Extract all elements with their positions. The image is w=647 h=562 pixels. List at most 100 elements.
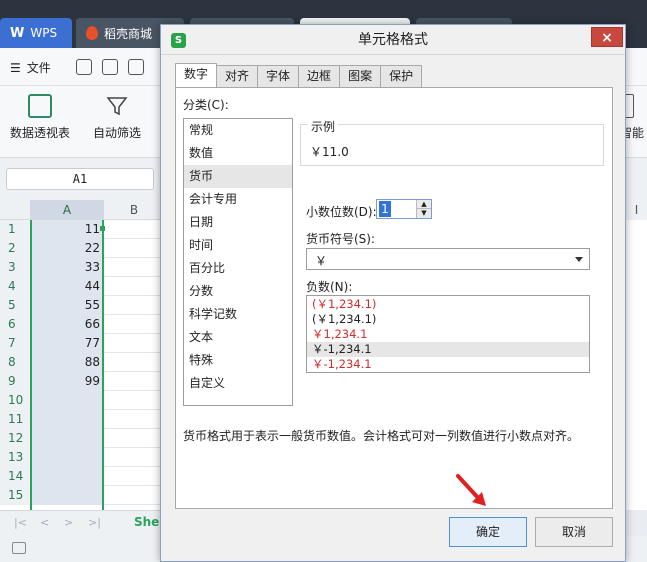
row-number[interactable]: 7 [0, 334, 30, 353]
column-header-a[interactable]: A [30, 200, 104, 220]
category-label: 分类(C): [183, 98, 229, 112]
negative-format-option[interactable]: (￥1,234.1) [307, 312, 589, 327]
row-number[interactable]: 3 [0, 258, 30, 277]
format-description: 货币格式用于表示一般货币数值。会计格式可对一列数值进行小数点对齐。 [183, 429, 580, 443]
row-number[interactable]: 2 [0, 239, 30, 258]
prev-sheet-icon[interactable]: < [40, 516, 49, 529]
file-menu-label: 文件 [26, 61, 51, 75]
currency-symbol-select[interactable]: ￥ [306, 248, 590, 270]
category-item[interactable]: 日期 [184, 211, 292, 234]
category-item[interactable]: 时间 [184, 234, 292, 257]
cell-a[interactable]: 44 [30, 277, 104, 296]
fill-handle[interactable] [100, 226, 105, 231]
table-row: 11 [0, 410, 160, 429]
row-number[interactable]: 10 [0, 391, 30, 410]
quick-access-toolbar [76, 59, 144, 75]
table-row: 2 22 [0, 239, 160, 258]
row-number[interactable]: 15 [0, 486, 30, 505]
table-row: 12 [0, 429, 160, 448]
next-sheet-icon[interactable]: > [64, 516, 73, 529]
close-button[interactable]: × [591, 27, 623, 47]
category-item[interactable]: 常规 [184, 119, 292, 142]
tab-font[interactable]: 字体 [257, 65, 300, 87]
tab-number[interactable]: 数字 [175, 63, 218, 87]
spin-down-icon[interactable]: ▼ [416, 209, 431, 218]
negative-numbers-list[interactable]: (￥1,234.1) (￥1,234.1) ￥1,234.1 ￥-1,234.1 ￥-1… [306, 295, 590, 373]
chevron-down-icon [575, 257, 583, 262]
category-item[interactable]: 分数 [184, 280, 292, 303]
cell-a[interactable] [30, 448, 104, 467]
ok-button[interactable]: 确定 [449, 517, 527, 547]
row-number[interactable]: 12 [0, 429, 30, 448]
negative-format-option[interactable]: (￥1,234.1) [307, 297, 589, 312]
save-icon[interactable] [76, 59, 92, 75]
tab-protection[interactable]: 保护 [380, 65, 423, 87]
cell-a[interactable] [30, 429, 104, 448]
auto-filter-button[interactable]: 自动筛选 [90, 94, 144, 141]
row-number[interactable]: 8 [0, 353, 30, 372]
status-monitor-icon[interactable] [12, 542, 26, 554]
pivot-table-icon [28, 94, 52, 118]
format-painter-icon[interactable] [102, 59, 118, 75]
table-row: 8 88 [0, 353, 160, 372]
last-sheet-icon[interactable]: >| [88, 516, 101, 529]
row-number[interactable]: 14 [0, 467, 30, 486]
auto-filter-label: 自动筛选 [92, 126, 141, 140]
category-item[interactable]: 科学记数 [184, 303, 292, 326]
table-row: 4 44 [0, 277, 160, 296]
column-header-b[interactable]: B [104, 200, 164, 220]
spin-up-icon[interactable]: ▲ [416, 200, 431, 209]
first-sheet-icon[interactable]: |< [14, 516, 27, 529]
row-number[interactable]: 4 [0, 277, 30, 296]
row-number[interactable]: 13 [0, 448, 30, 467]
name-box[interactable]: A1 [6, 168, 154, 190]
category-item[interactable]: 货币 [184, 165, 292, 188]
tab-wps[interactable]: W WPS [0, 18, 72, 48]
category-item[interactable]: 文本 [184, 326, 292, 349]
cell-a[interactable]: 66 [30, 315, 104, 334]
category-item[interactable]: 自定义 [184, 372, 292, 395]
cell-a[interactable]: 77 [30, 334, 104, 353]
cell-a[interactable]: 99 [30, 372, 104, 391]
table-row: 7 77 [0, 334, 160, 353]
negative-format-option[interactable]: ￥-1,234.1 [307, 357, 589, 372]
category-list[interactable]: 常规 数值 货币 会计专用 日期 时间 百分比 分数 科学记数 文本 特殊 自定义 [183, 118, 293, 406]
tab-border[interactable]: 边框 [298, 65, 341, 87]
print-icon[interactable] [128, 59, 144, 75]
column-header-i[interactable]: I [626, 200, 647, 220]
row-number[interactable]: 9 [0, 372, 30, 391]
category-item[interactable]: 特殊 [184, 349, 292, 372]
decimal-places-stepper[interactable]: 1 ▲ ▼ [376, 199, 432, 219]
cell-a[interactable] [30, 410, 104, 429]
grid-rows: 1 11 2 22 3 33 4 44 5 55 6 66 7 77 8 88 9 99 10 11 12 13 14 15 [0, 220, 160, 505]
cell-a[interactable]: 22 [30, 239, 104, 258]
row-number[interactable]: 1 [0, 220, 30, 239]
category-item[interactable]: 数值 [184, 142, 292, 165]
cancel-button[interactable]: 取消 [535, 517, 613, 547]
decimal-places-input[interactable]: 1 [379, 201, 391, 217]
file-menu[interactable]: ☰ 文件 [10, 59, 51, 76]
grid-right-strip [626, 220, 647, 510]
table-row: 10 [0, 391, 160, 410]
cell-a[interactable] [30, 391, 104, 410]
category-item[interactable]: 会计专用 [184, 188, 292, 211]
tab-pattern[interactable]: 图案 [339, 65, 382, 87]
row-number[interactable]: 5 [0, 296, 30, 315]
currency-symbol-label: 货币符号(S): [306, 232, 376, 246]
cell-a[interactable]: 33 [30, 258, 104, 277]
tab-alignment[interactable]: 对齐 [216, 65, 259, 87]
cell-a[interactable]: 55 [30, 296, 104, 315]
pivot-table-button[interactable]: 数据透视表 [8, 94, 72, 141]
cell-a[interactable] [30, 486, 104, 505]
negative-format-option[interactable]: ￥-1,234.1 [307, 342, 589, 357]
row-number[interactable]: 6 [0, 315, 30, 334]
table-row: 9 99 [0, 372, 160, 391]
sheet-tab-bar: |< < > >| Shee [0, 510, 167, 536]
cell-a[interactable]: 11 [30, 220, 104, 239]
negative-format-option[interactable]: ￥1,234.1 [307, 327, 589, 342]
cell-a[interactable]: 88 [30, 353, 104, 372]
cell-a[interactable] [30, 467, 104, 486]
category-item[interactable]: 百分比 [184, 257, 292, 280]
dialog-title-bar[interactable]: 单元格格式 S × [161, 25, 625, 55]
row-number[interactable]: 11 [0, 410, 30, 429]
